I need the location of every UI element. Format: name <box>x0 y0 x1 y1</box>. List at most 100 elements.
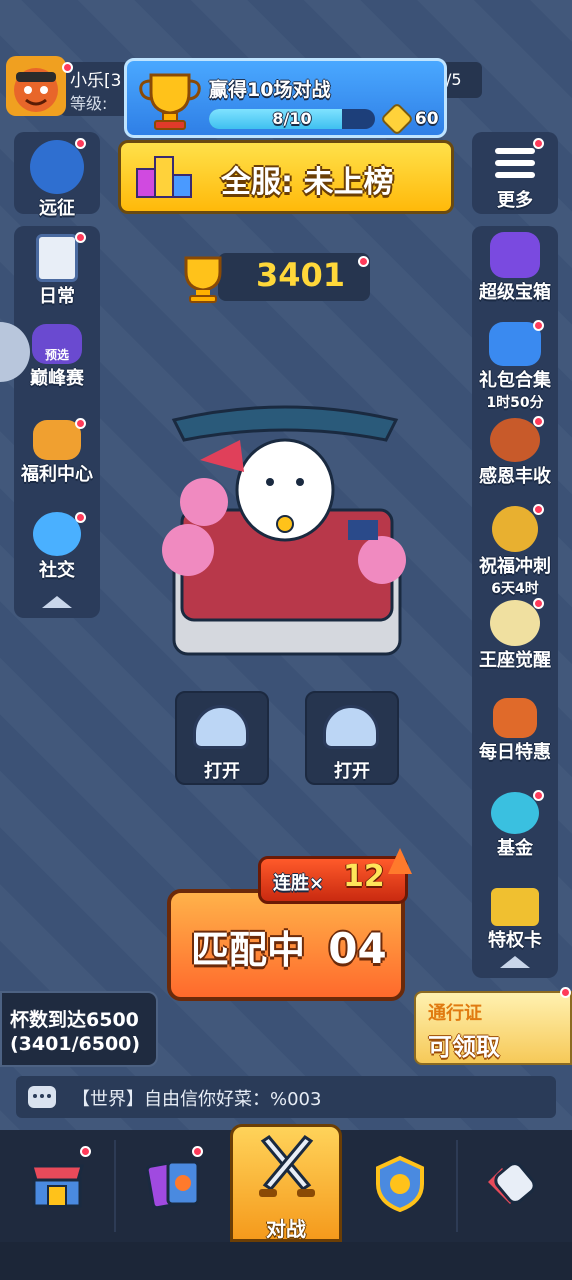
blessing-badge <box>533 504 544 515</box>
money-bag-icon <box>491 792 539 834</box>
sidebar-item-privilege-card[interactable]: 特权卡 <box>471 888 559 952</box>
system-gesture-bar <box>0 1242 572 1280</box>
arena-lucky-cat[interactable] <box>160 400 410 662</box>
deal-chest-icon <box>493 698 537 738</box>
sidebar-label: 特权卡 <box>488 930 542 951</box>
battle-pass-button[interactable]: 通行证 可领取 <box>414 991 572 1065</box>
more-badge <box>533 138 544 149</box>
gift-bundle-timer: 1时50分 <box>486 395 544 411</box>
sidebar-item-throne-awaken[interactable]: 王座觉醒 <box>471 600 559 672</box>
chest-slot-1[interactable]: 打开 <box>175 691 269 785</box>
cards-icon <box>146 1160 200 1210</box>
win-streak-label: 连胜× <box>273 873 325 894</box>
sidebar-label: 巅峰赛 <box>30 368 84 389</box>
ice-chest-icon <box>323 705 379 749</box>
world-chat-bar[interactable]: 【世界】自由信你好菜：%003 <box>16 1076 556 1118</box>
win-streak-count: 12 <box>343 859 385 894</box>
chat-bubble-icon <box>33 512 81 556</box>
sidebar-item-daily[interactable]: 日常 <box>13 234 101 308</box>
fund-badge <box>533 790 544 801</box>
sidebar-label: 感恩丰收 <box>479 466 551 487</box>
arena-illustration <box>162 405 406 656</box>
rank-text: 全服: 未上榜 <box>221 165 394 200</box>
quest-title: 赢得10场对战 <box>209 79 331 101</box>
matchmaking-status: 匹配中 04 <box>191 919 387 974</box>
pass-badge <box>560 987 571 998</box>
gift-badge <box>533 320 544 331</box>
nav-shop[interactable] <box>0 1130 114 1242</box>
chat-icon <box>28 1086 56 1108</box>
cup-goal-panel[interactable]: 杯数到达6500 (3401/6500) <box>0 991 158 1067</box>
sidebar-item-welfare[interactable]: 福利中心 <box>13 420 101 486</box>
flame-icon <box>388 848 412 874</box>
sidebar-label: 王座觉醒 <box>479 650 551 671</box>
sidebar-item-daily-deal[interactable]: 每日特惠 <box>471 698 559 764</box>
sidebar-label: 日常 <box>39 286 75 307</box>
chest-open-label: 打开 <box>204 761 240 782</box>
win-streak-badge: 连胜× 12 <box>258 856 408 904</box>
coin-icon <box>380 102 414 136</box>
nav-cards[interactable] <box>116 1130 230 1242</box>
events-gauntlet-icon <box>488 1162 536 1204</box>
quest-progress-text: 8/10 <box>272 109 312 128</box>
podium-icon <box>136 156 192 198</box>
clipboard-icon <box>36 234 78 282</box>
quest-banner[interactable]: 赢得10场对战 8/10 60 <box>124 58 447 138</box>
collapse-up-icon[interactable] <box>42 596 72 608</box>
sidebar-label: 超级宝箱 <box>479 282 551 303</box>
super-chest-icon <box>490 232 540 278</box>
sidebar-item-harvest[interactable]: 感恩丰收 <box>471 418 559 488</box>
battle-pass-title: 通行证 <box>428 1003 482 1024</box>
chest-slot-2[interactable]: 打开 <box>305 691 399 785</box>
player-avatar[interactable] <box>6 56 66 116</box>
sidebar-label: 每日特惠 <box>479 742 551 763</box>
harvest-basket-icon <box>490 418 540 462</box>
shop-icon <box>30 1164 84 1208</box>
harvest-badge <box>533 416 544 427</box>
cup-goal-progress: (3401/6500) <box>10 1033 141 1055</box>
nav-battle-label: 对战 <box>266 1217 306 1241</box>
sidebar-item-super-chest[interactable]: 超级宝箱 <box>471 232 559 304</box>
chat-message: 【世界】自由信你好菜：%003 <box>72 1089 322 1110</box>
welfare-badge <box>75 418 86 429</box>
cup-goal-title: 杯数到达6500 <box>10 1009 139 1031</box>
sidebar-item-more[interactable]: 更多 <box>471 146 559 212</box>
blessing-timer: 6天4时 <box>491 581 539 597</box>
sidebar-item-expedition[interactable]: 远征 <box>13 140 101 220</box>
sidebar-item-gift-bundle[interactable]: 礼包合集 1时50分 <box>471 322 559 412</box>
crossed-swords-icon <box>259 1135 315 1197</box>
menu-icon <box>495 148 535 178</box>
trophy-cup-icon <box>139 73 201 130</box>
sidebar-label: 福利中心 <box>21 464 93 485</box>
throne-icon <box>490 600 540 646</box>
nav-events[interactable] <box>458 1130 572 1242</box>
chest-open-label: 打开 <box>334 761 370 782</box>
matchmaking-timer: 04 <box>328 924 387 973</box>
sidebar-item-blessing-sprint[interactable]: 祝福冲刺 6天4时 <box>471 506 559 598</box>
gift-diamond-icon <box>33 420 81 460</box>
sidebar-label: 礼包合集 <box>479 370 551 391</box>
quest-reward: 60 <box>380 102 439 136</box>
daily-badge <box>75 232 86 243</box>
throne-badge <box>533 598 544 609</box>
trophy-badge <box>358 256 369 267</box>
sidebar-item-social[interactable]: 社交 <box>13 512 101 582</box>
crown-icon: 预选 <box>32 324 82 364</box>
nav-clan[interactable] <box>344 1130 458 1242</box>
medal-icon <box>492 506 538 552</box>
rank-banner[interactable]: 全服: 未上榜 <box>118 140 454 214</box>
nav-battle[interactable]: 对战 <box>230 1124 342 1242</box>
sidebar-label: 更多 <box>497 190 533 211</box>
trophy-icon <box>184 256 222 303</box>
sidebar-label: 远征 <box>39 198 75 219</box>
shop-badge <box>80 1146 91 1157</box>
matchmaking-label: 匹配中 <box>191 928 306 972</box>
sidebar-label: 祝福冲刺 <box>479 556 551 577</box>
cards-badge <box>192 1146 203 1157</box>
social-badge <box>75 512 86 523</box>
sidebar-item-fund[interactable]: 基金 <box>471 792 559 860</box>
clan-shield-icon <box>376 1155 424 1212</box>
collapse-up-icon[interactable] <box>500 956 530 968</box>
matchmaking-button[interactable]: 匹配中 04 <box>167 889 405 1001</box>
player-level-label: 等级: <box>70 94 108 113</box>
